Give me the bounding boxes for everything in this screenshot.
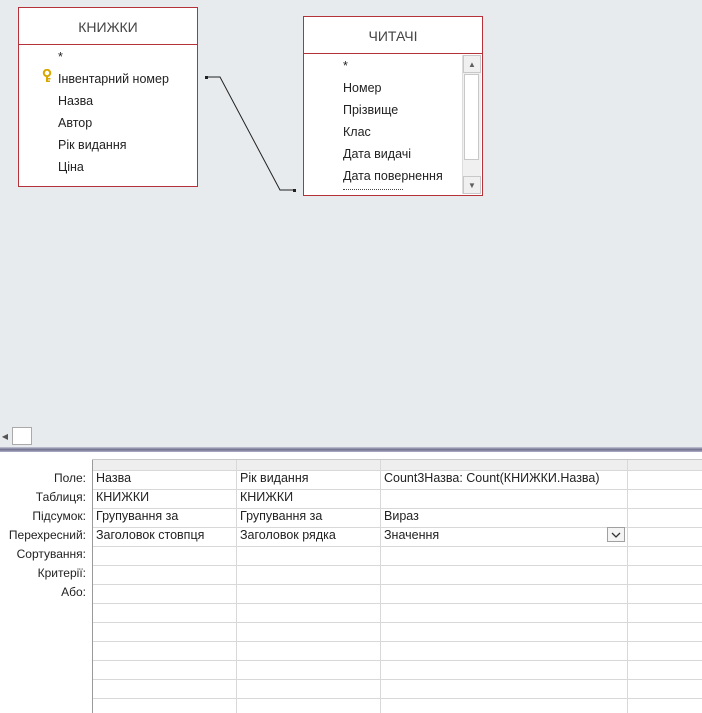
cell-field[interactable]: Count3Назва: Count(КНИЖКИ.Назва) xyxy=(380,469,627,488)
row-label-sort: Сортування: xyxy=(16,547,86,561)
table-title[interactable]: ЧИТАЧІ xyxy=(304,17,482,54)
field-list-scrollbar[interactable]: ▲ ▼ xyxy=(462,55,481,194)
cell-total[interactable]: Групування за xyxy=(92,507,236,526)
field-list: * Інвентарний номер Назва Автор Рік вида… xyxy=(19,45,197,186)
cell-crosstab[interactable]: Значення xyxy=(380,526,604,545)
design-horizontal-scrollbar[interactable]: ◀ xyxy=(0,426,702,447)
field-author[interactable]: Автор xyxy=(58,112,92,134)
row-label-or: Або: xyxy=(61,585,86,599)
row-label-crosstab: Перехресний: xyxy=(8,528,86,542)
scroll-left-icon[interactable]: ◀ xyxy=(0,430,10,444)
scroll-thumb[interactable] xyxy=(12,427,32,445)
scroll-thumb[interactable] xyxy=(464,74,479,160)
crosstab-dropdown-button[interactable] xyxy=(607,527,625,542)
cell-total[interactable]: Групування за xyxy=(236,507,380,526)
row-label-total: Підсумок: xyxy=(32,509,86,523)
field-year[interactable]: Рік видання xyxy=(58,134,127,156)
primary-key-icon xyxy=(42,69,52,82)
field-class[interactable]: Клас xyxy=(343,121,371,143)
field-all[interactable]: * xyxy=(343,55,348,77)
field-issue-date[interactable]: Дата видачі xyxy=(343,143,411,165)
cell-crosstab[interactable]: Заголовок рядка xyxy=(236,526,380,545)
field-partial xyxy=(343,189,403,193)
cell-table[interactable] xyxy=(380,488,627,507)
scroll-up-button[interactable]: ▲ xyxy=(463,55,481,73)
cell-table[interactable]: КНИЖКИ xyxy=(92,488,236,507)
table-knyzhky[interactable]: КНИЖКИ * Інвентарний номер Назва Автор Р… xyxy=(18,7,198,187)
query-design-grid[interactable]: Поле: Таблиця: Підсумок: Перехресний: Со… xyxy=(0,452,702,713)
query-design-area[interactable]: КНИЖКИ * Інвентарний номер Назва Автор Р… xyxy=(0,0,702,447)
cell-field[interactable]: Назва xyxy=(92,469,236,488)
field-surname[interactable]: Прізвище xyxy=(343,99,398,121)
table-chytachi[interactable]: ЧИТАЧІ * Номер Прізвище Клас Дата видачі… xyxy=(303,16,483,196)
field-price[interactable]: Ціна xyxy=(58,156,84,178)
field-all[interactable]: * xyxy=(58,46,63,68)
field-number[interactable]: Номер xyxy=(343,77,381,99)
field-inventory-number[interactable]: Інвентарний номер xyxy=(58,68,169,90)
field-list: * Номер Прізвище Клас Дата видачі Дата п… xyxy=(304,54,462,195)
row-label-field: Поле: xyxy=(53,471,86,485)
field-title[interactable]: Назва xyxy=(58,90,93,112)
row-label-criteria: Критерії: xyxy=(37,566,86,580)
cell-total[interactable]: Вираз xyxy=(380,507,627,526)
cell-table[interactable]: КНИЖКИ xyxy=(236,488,380,507)
table-title[interactable]: КНИЖКИ xyxy=(19,8,197,45)
chevron-down-icon xyxy=(611,532,621,538)
cell-crosstab[interactable]: Заголовок стовпця xyxy=(92,526,236,545)
row-label-table: Таблиця: xyxy=(35,490,86,504)
scroll-down-button[interactable]: ▼ xyxy=(463,176,481,194)
field-return-date[interactable]: Дата повернення xyxy=(343,165,443,187)
cell-field[interactable]: Рік видання xyxy=(236,469,380,488)
